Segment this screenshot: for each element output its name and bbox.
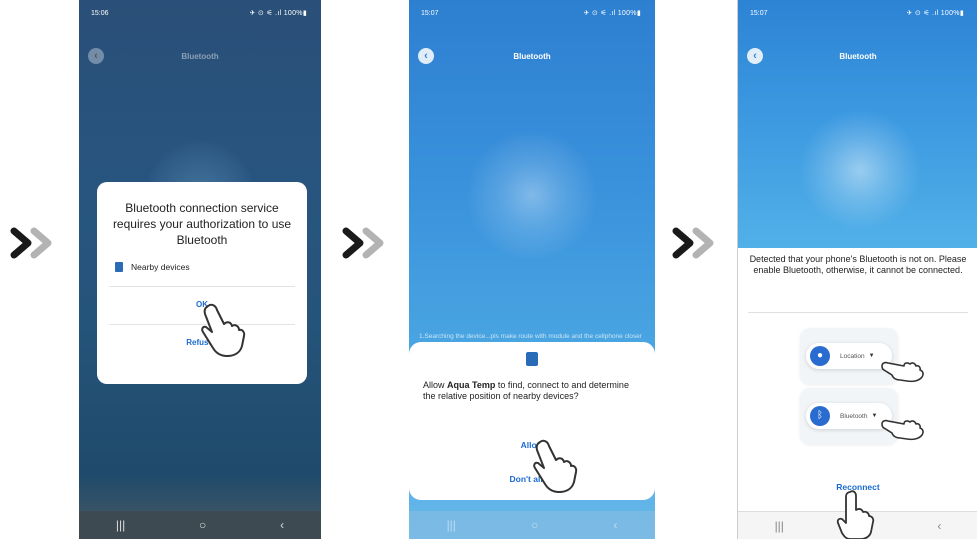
home-button[interactable]: ○	[531, 518, 538, 532]
next-step-arrow-icon	[10, 227, 52, 259]
phone-screen-3: 15:07 ✈ ⊙ ⚟ .ıl 100%▮ ‹ Bluetooth Detect…	[737, 0, 977, 539]
tap-hand-icon	[881, 361, 924, 383]
divider	[748, 312, 968, 313]
header-area	[738, 0, 977, 248]
phone-screen-1: 15:06 ✈ ⊙ ⚟ .ıl 100%▮ ‹ Bluetooth Blueto…	[79, 0, 321, 539]
tap-hand-icon	[881, 419, 924, 441]
app-title: Bluetooth	[181, 52, 219, 61]
status-time: 15:06	[91, 9, 109, 17]
recents-button[interactable]: |||	[447, 518, 456, 532]
bluetooth-label: Bluetooth	[840, 412, 868, 420]
system-back-button[interactable]: ‹	[280, 518, 284, 532]
caret-down-icon: ▼	[868, 353, 875, 359]
system-nav-bar: ||| ○ ‹	[79, 511, 321, 539]
radar-graphic	[467, 130, 597, 260]
app-title: Bluetooth	[839, 52, 877, 61]
caret-down-icon: ▼	[871, 413, 878, 419]
nearby-devices-icon	[526, 352, 538, 366]
next-step-arrow-icon	[342, 227, 384, 259]
nearby-devices-icon	[115, 262, 123, 272]
message-prefix: Allow	[423, 380, 448, 390]
system-nav-bar: ||| ○ ‹	[409, 511, 655, 539]
bluetooth-icon: ᛒ	[810, 406, 830, 426]
permission-message: Allow Aqua Temp to find, connect to and …	[423, 380, 641, 402]
location-pin-icon: ●	[810, 346, 830, 366]
permission-row: Nearby devices	[115, 262, 190, 272]
status-bar: 15:06 ✈ ⊙ ⚟ .ıl 100%▮	[91, 6, 307, 20]
tap-hand-icon	[533, 439, 578, 493]
system-back-button[interactable]: ‹	[613, 518, 617, 532]
radar-graphic	[800, 110, 920, 230]
system-back-button[interactable]: ‹	[937, 519, 941, 533]
status-icons: ✈ ⊙ ⚟ .ıl 100%▮	[583, 10, 641, 17]
tap-hand-icon	[836, 490, 875, 539]
status-time: 15:07	[750, 9, 768, 17]
recents-button[interactable]: |||	[775, 519, 784, 533]
location-label: Location	[840, 352, 865, 360]
recents-button[interactable]: |||	[116, 518, 125, 532]
status-bar: 15:07 ✈ ⊙ ⚟ .ıl 100%▮	[421, 6, 641, 20]
search-hint: 1.Searching the device...pls make route …	[419, 333, 642, 340]
tap-hand-icon	[201, 303, 246, 357]
next-step-arrow-icon	[672, 227, 714, 259]
dialog-title: Bluetooth connection service requires yo…	[112, 201, 292, 247]
bluetooth-off-message: Detected that your phone's Bluetooth is …	[749, 254, 967, 275]
status-icons: ✈ ⊙ ⚟ .ıl 100%▮	[906, 10, 964, 17]
divider	[109, 286, 295, 287]
app-title: Bluetooth	[513, 52, 551, 61]
home-button[interactable]: ○	[199, 518, 206, 532]
app-name: Aqua Temp	[447, 380, 496, 390]
status-icons: ✈ ⊙ ⚟ .ıl 100%▮	[249, 10, 307, 17]
status-bar: 15:07 ✈ ⊙ ⚟ .ıl 100%▮	[750, 6, 964, 20]
permission-label: Nearby devices	[131, 262, 190, 272]
status-time: 15:07	[421, 9, 439, 17]
